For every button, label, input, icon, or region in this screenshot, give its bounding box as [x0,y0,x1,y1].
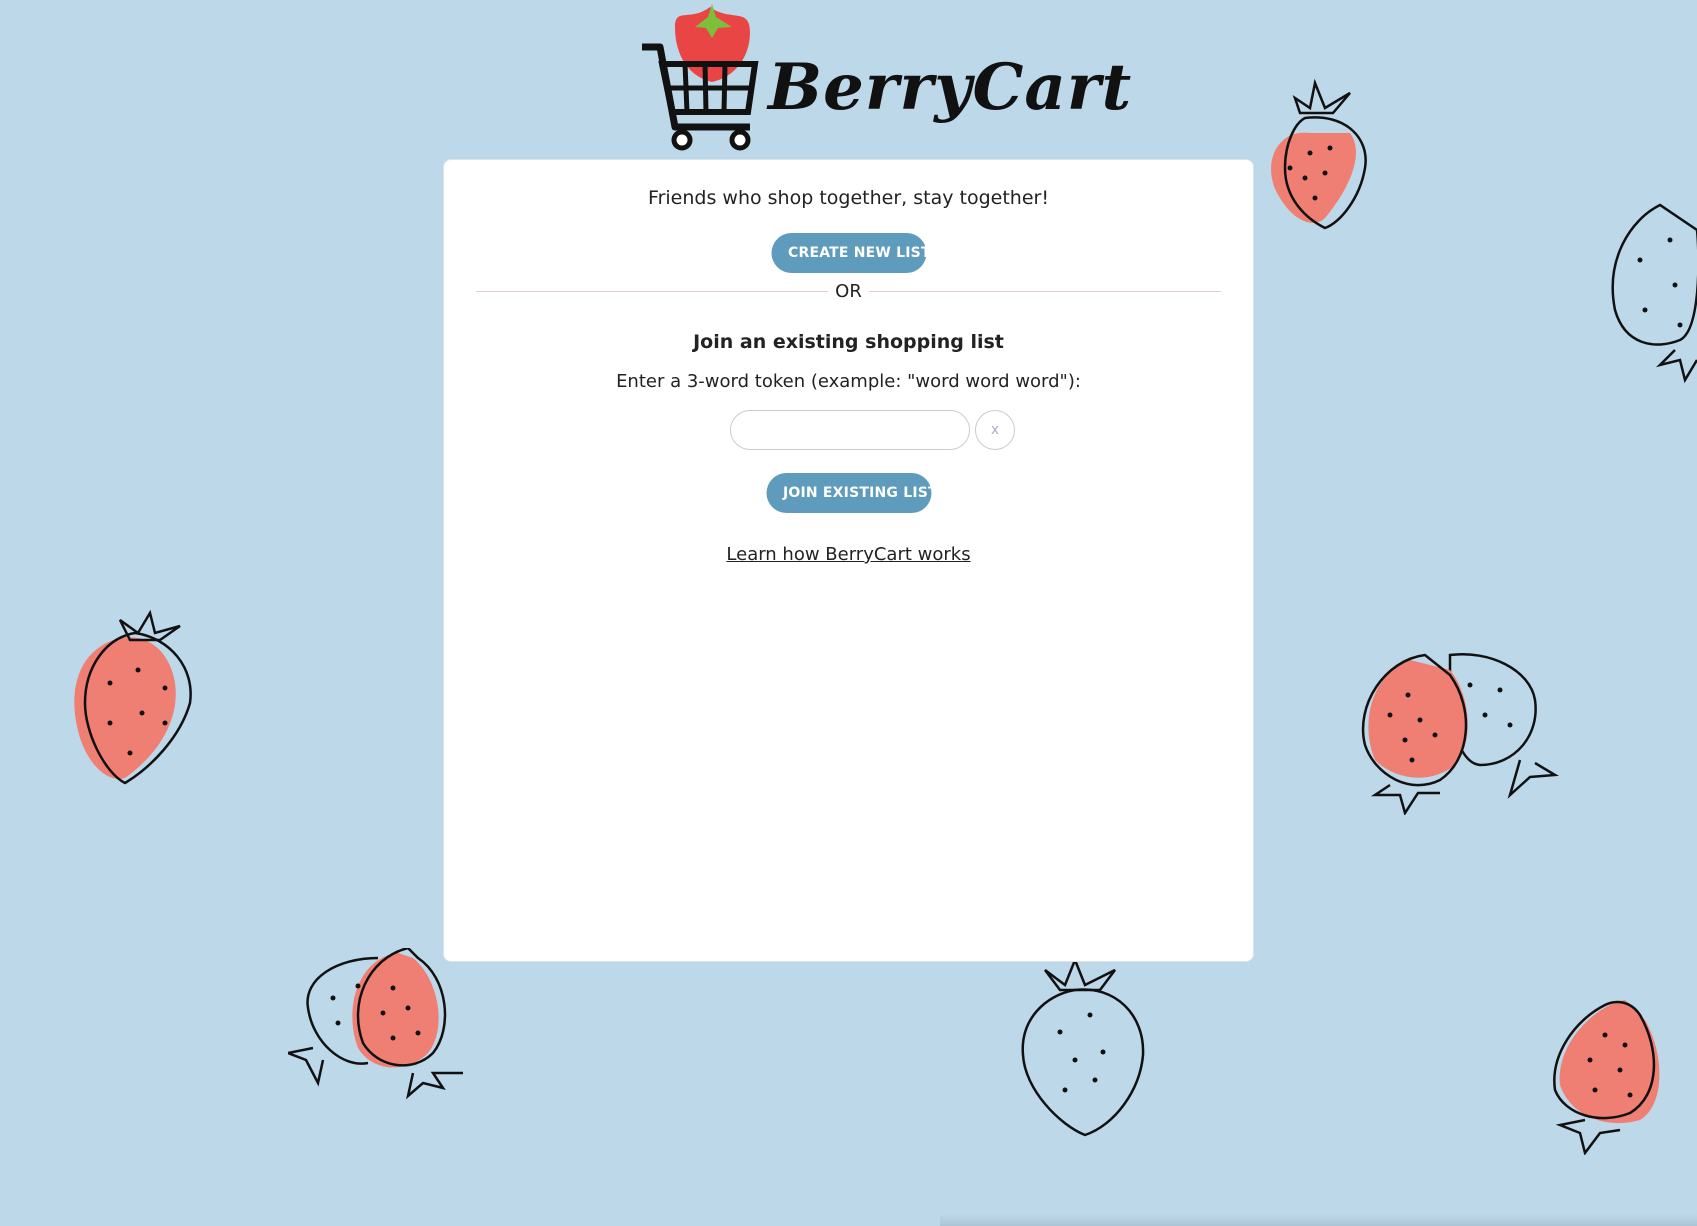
learn-how-link[interactable]: Learn how BerryCart works [726,544,970,565]
shopping-cart-icon [640,2,760,154]
create-new-list-button[interactable]: CREATE NEW LIST [771,233,931,273]
learn-how-link-row: Learn how BerryCart works [444,544,1253,565]
join-existing-list-button[interactable]: JOIN EXISTING LIST [766,473,938,513]
divider-line-right [869,291,1221,292]
strawberry-doodle [60,608,200,793]
brand-name: BerryCart [768,50,1133,125]
strawberry-doodle [1545,995,1670,1155]
strawberry-doodle [1015,960,1150,1140]
token-input[interactable] [730,410,970,450]
strawberry-doodle [1350,645,1560,815]
strawberry-doodle [1600,200,1697,390]
clear-token-button[interactable]: x [975,410,1015,450]
strawberry-doodle [288,948,478,1103]
join-heading: Join an existing shopping list [693,331,1004,353]
brand-logo[interactable]: BerryCart [640,2,1131,154]
token-label: Enter a 3-word token (example: "word wor… [616,371,1081,392]
main-card: Friends who shop together, stay together… [443,159,1254,962]
bottom-shadow [940,1214,1697,1226]
tagline: Friends who shop together, stay together… [648,187,1049,209]
strawberry-doodle [1255,78,1375,238]
or-divider: OR [476,281,1221,302]
